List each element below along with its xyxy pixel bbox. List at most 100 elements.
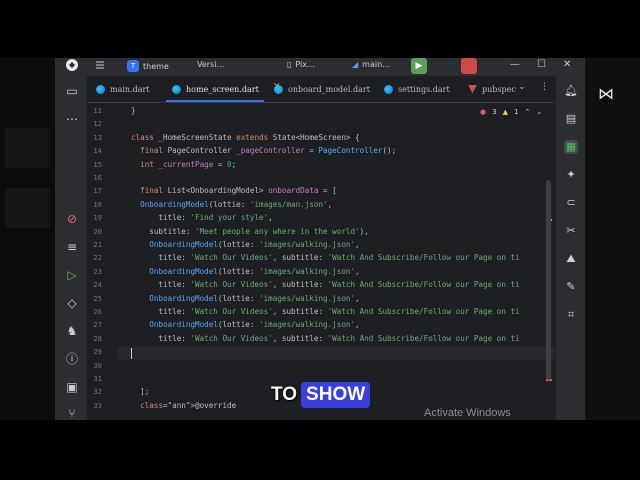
code-line[interactable]: title: 'Watch Our Videos', subtitle: 'Wa… <box>131 280 519 289</box>
code-line[interactable]: title: 'Watch Our Videos', subtitle: 'Wa… <box>131 334 519 343</box>
device-selector[interactable]: ▯ Pix… <box>287 60 315 69</box>
capcut-logo-icon: ⋈ <box>598 84 614 103</box>
run-button[interactable]: ▶ <box>411 58 427 74</box>
code-editor[interactable]: 11 12 13 14 15 16 17 18 19 20 21 22 23 24 25 26 27 28 29 30… <box>88 103 555 420</box>
line-number-gutter: 11 12 13 14 15 16 17 18 19 20 21 22 23 24 25 26 27 28 29 30… <box>88 103 118 420</box>
line-number: 32 <box>93 387 102 397</box>
project-badge: T <box>127 60 139 72</box>
code-line[interactable]: subtitle: 'Meet people any where in the … <box>131 227 368 236</box>
cat-icon[interactable]: ♞ <box>65 324 79 338</box>
dart-file-icon <box>274 84 283 94</box>
minimize-icon[interactable]: — <box>510 59 520 70</box>
link-icon[interactable]: ⊂ <box>564 196 578 210</box>
caption-word: TO <box>271 384 298 405</box>
line-number: 29 <box>93 347 102 357</box>
code-line[interactable]: final List<OnboardingModel> onboardData … <box>131 186 337 195</box>
tab-main-dart[interactable]: main.dart <box>96 76 150 102</box>
more-icon[interactable]: ⋯ <box>65 112 79 126</box>
caption-highlighted-word: SHOW <box>301 382 371 408</box>
problems-icon[interactable]: ⓘ <box>65 352 79 366</box>
editor-tabs: main.dart home_screen.dart ✕ onboard_mod… <box>88 76 555 103</box>
run-tool-icon[interactable]: ▷ <box>65 268 79 282</box>
line-number: 24 <box>93 280 102 290</box>
code-line[interactable]: OnboardingModel(lottie: 'images/walking.… <box>131 294 359 303</box>
vcs-selector[interactable]: Versi… <box>197 60 224 69</box>
code-line[interactable]: title: 'Watch Our Videos', subtitle: 'Wa… <box>131 253 519 262</box>
line-number: 26 <box>93 307 102 316</box>
line-number: 20 <box>93 226 102 236</box>
folder-icon[interactable]: ▭ <box>65 84 79 98</box>
code-line[interactable]: final PageController _pageController = P… <box>131 146 396 155</box>
next-highlight-icon[interactable]: ⌄ <box>536 108 542 116</box>
ide-logo-icon[interactable] <box>65 58 79 72</box>
code-line[interactable]: OnboardingModel(lottie: 'images/walking.… <box>131 267 359 276</box>
line-number: 31 <box>93 374 102 383</box>
tab-settings-dart[interactable]: settings.dart <box>384 76 450 102</box>
code-line[interactable]: OnboardingModel(lottie: 'images/walking.… <box>131 320 359 329</box>
dart-file-icon <box>172 84 181 94</box>
line-number: 17 <box>93 186 102 196</box>
play-icon: ▶ <box>415 61 423 71</box>
line-number: 30 <box>93 360 102 370</box>
inspection-widget[interactable]: ● 3 ▲ 1 ⌃ ⌄ <box>480 108 542 116</box>
diamond-icon[interactable]: ◇ <box>65 296 79 310</box>
gallery-icon[interactable]: ⛰ <box>564 252 578 266</box>
current-line-highlight <box>118 347 555 360</box>
pencil-icon[interactable]: ✎ <box>564 280 578 294</box>
flutter-inspector-icon[interactable]: ▦ <box>564 140 578 154</box>
code-line[interactable]: } <box>131 106 136 115</box>
more-tabs-icon[interactable]: ⋮ <box>540 82 549 92</box>
tabs-dropdown-icon[interactable]: ⌄ <box>518 82 526 92</box>
tab-pubspec[interactable]: pubspec <box>468 76 516 102</box>
error-count: 3 <box>492 108 497 116</box>
windows-activation-watermark: Activate Windows <box>424 407 511 419</box>
notifications-icon[interactable]: 🔔︎ <box>564 84 578 98</box>
code-line[interactable]: OnboardingModel(lottie: 'images/man.json… <box>131 200 332 209</box>
line-number: 22 <box>93 253 102 263</box>
ai-assistant-icon[interactable]: ✦ <box>564 168 578 182</box>
background-right-panel <box>585 58 640 420</box>
tab-home-screen-dart[interactable]: home_screen.dart <box>172 76 259 102</box>
line-number: 12 <box>93 119 102 129</box>
stop-button[interactable] <box>461 58 477 74</box>
code-line[interactable]: ]; <box>131 387 149 396</box>
device-icon: ▯ <box>287 60 292 69</box>
project-name: theme <box>143 61 169 71</box>
line-number: 13 <box>93 132 102 142</box>
tab-onboard-model-dart[interactable]: onboard_model.dart <box>274 76 370 102</box>
warning-count: 1 <box>513 108 519 116</box>
video-caption: TO SHOW <box>271 382 371 408</box>
tools-icon[interactable]: ✂ <box>564 224 578 238</box>
code-line[interactable]: title: 'Find your style', <box>131 213 272 222</box>
code-line[interactable]: class="ann">@override <box>131 401 236 410</box>
code-line[interactable]: class _HomeScreenState extends State<Hom… <box>131 133 360 142</box>
background-left-panel <box>0 58 55 420</box>
code-line[interactable]: title: 'Watch Our Videos', subtitle: 'Wa… <box>131 307 519 316</box>
device-manager-icon[interactable]: ▤ <box>564 112 578 126</box>
vertical-scrollbar[interactable] <box>546 180 551 380</box>
prev-highlight-icon[interactable]: ⌃ <box>524 108 530 116</box>
git-icon[interactable]: ⑂ <box>65 406 79 420</box>
no-entry-icon[interactable]: ⊘ <box>65 212 79 226</box>
screenshot-icon[interactable]: ⌗ <box>564 308 578 322</box>
line-number: 27 <box>93 320 102 330</box>
code-line[interactable]: OnboardingModel(lottie: 'images/walking.… <box>131 240 359 249</box>
tab-label: main.dart <box>110 84 150 94</box>
active-tab-indicator <box>166 100 264 102</box>
line-number: 15 <box>93 159 102 169</box>
run-config-selector[interactable]: ◢ main… <box>352 60 390 69</box>
line-number: 21 <box>93 240 102 249</box>
text-caret <box>131 348 132 359</box>
main-menu-icon[interactable] <box>95 60 105 70</box>
close-icon[interactable]: ✕ <box>563 59 571 70</box>
line-number: 18 <box>93 199 102 209</box>
terminal-icon[interactable]: ▣ <box>65 380 79 394</box>
line-number: 23 <box>93 266 102 276</box>
list-icon[interactable]: ≡ <box>65 240 79 254</box>
vcs-label: Versi… <box>197 60 225 69</box>
line-number: 33 <box>93 400 102 410</box>
line-number: 25 <box>93 293 102 303</box>
maximize-icon[interactable]: ☐ <box>537 59 546 70</box>
project-selector[interactable]: T theme <box>127 60 169 72</box>
code-line[interactable]: int _currentPage = 0; <box>131 160 236 169</box>
